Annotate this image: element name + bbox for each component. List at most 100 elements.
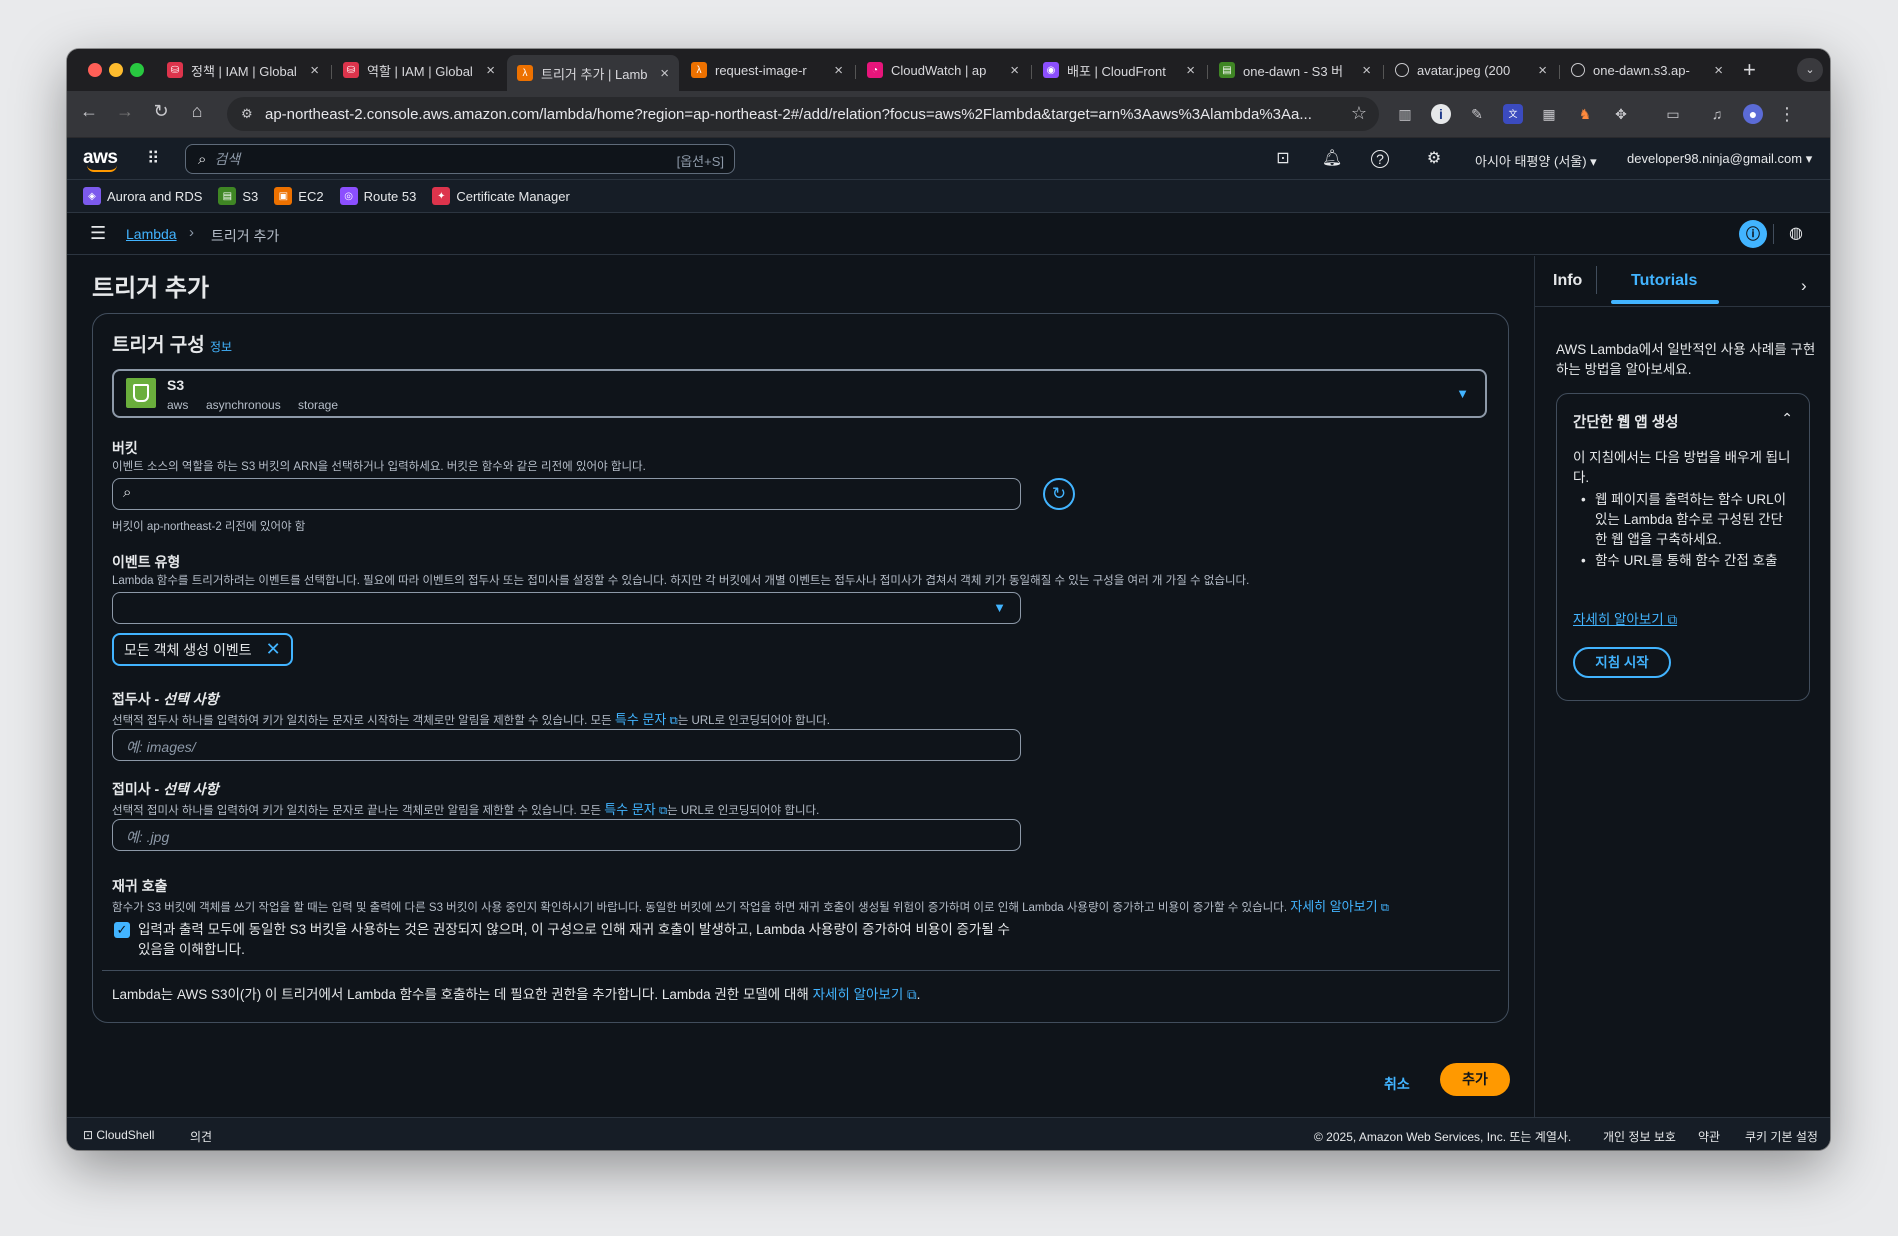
event-type-label: 이벤트 유형 (112, 554, 181, 570)
favorite-aurora-rds[interactable]: ◈ Aurora and RDS (83, 187, 202, 205)
reload-button[interactable]: ↻ (147, 101, 175, 122)
settings-gear-icon[interactable]: ⚙ (1422, 148, 1446, 168)
info-panel-icon[interactable]: ⓘ (1739, 220, 1767, 248)
reader-extension-icon[interactable]: ▦ (1539, 104, 1559, 124)
tab-search-button[interactable]: ⌄ (1797, 58, 1823, 82)
breadcrumb-lambda[interactable]: Lambda (126, 226, 177, 242)
close-tab-icon[interactable]: × (486, 62, 495, 79)
browser-tab[interactable]: λ request-image-r × (681, 55, 853, 85)
browser-tab[interactable]: ⛁ 정책 | IAM | Global × (157, 55, 329, 85)
favorite-route53[interactable]: ◎ Route 53 (339, 187, 416, 205)
region-selector[interactable]: 아시아 태평양 (서울) ▾ (1475, 151, 1597, 170)
extensions-puzzle-icon[interactable]: ✥ (1611, 104, 1631, 124)
favorite-s3[interactable]: ▤ S3 (218, 187, 258, 205)
remove-token-icon[interactable]: ✕ (266, 639, 281, 660)
hamburger-menu-icon[interactable]: ☰ (90, 223, 106, 244)
chevron-right-icon[interactable]: › (1801, 276, 1807, 296)
terms-link[interactable]: 약관 (1698, 1128, 1720, 1145)
event-type-select[interactable]: ▼ (112, 592, 1021, 624)
tab-tutorials[interactable]: Tutorials (1631, 272, 1697, 290)
forward-button[interactable]: → (111, 101, 139, 122)
media-control-icon[interactable]: ♫ (1707, 104, 1727, 124)
privacy-link[interactable]: 개인 정보 보호 (1603, 1128, 1676, 1145)
prefix-input[interactable]: 예: images/ (112, 729, 1021, 761)
fox-extension-icon[interactable]: ♞ (1575, 104, 1595, 124)
tutorial-icon[interactable]: ◍ (1789, 223, 1803, 243)
close-window-button[interactable] (88, 63, 102, 77)
learn-more-link[interactable]: 자세히 알아보기 ⧉ (1573, 608, 1677, 628)
bucket-description: 이벤트 소스의 역할을 하는 S3 버킷의 ARN을 선택하거나 입력하세요. … (112, 461, 646, 473)
help-icon[interactable]: ? (1371, 150, 1389, 168)
tutorial-lead: 이 지침에서는 다음 방법을 배우게 됩니다. (1573, 450, 1791, 485)
address-bar-row: ← → ↻ ⌂ ⚙ ap-northeast-2.console.aws.ama… (67, 91, 1830, 138)
url-input[interactable]: ⚙ ap-northeast-2.console.aws.amazon.com/… (227, 97, 1379, 131)
cookie-preferences-link[interactable]: 쿠키 기본 설정 (1745, 1128, 1818, 1145)
close-tab-icon[interactable]: × (310, 62, 319, 79)
cloudshell-icon[interactable]: ⊡ (1271, 148, 1295, 168)
close-tab-icon[interactable]: × (1186, 62, 1195, 79)
bookmark-star-icon[interactable]: ☆ (1351, 103, 1367, 124)
permission-note: Lambda는 AWS S3이(가) 이 트리거에서 Lambda 함수를 호출… (112, 987, 921, 1002)
home-button[interactable]: ⌂ (183, 101, 211, 122)
recursive-ack-checkbox[interactable]: ✓ (114, 922, 130, 938)
browser-tab[interactable]: ▤ one-dawn - S3 버 × (1209, 55, 1381, 85)
side-panel-icon[interactable]: ▭ (1663, 104, 1683, 124)
collapse-chevron-icon[interactable]: ⌃ (1781, 410, 1793, 427)
start-tutorial-button[interactable]: 지침 시작 (1573, 647, 1671, 678)
lambda-icon: λ (517, 65, 533, 81)
breadcrumb-separator-icon: › (189, 224, 194, 241)
suffix-input[interactable]: 예: .jpg (112, 819, 1021, 851)
browser-tab[interactable]: avatar.jpeg (200 × (1385, 55, 1557, 85)
site-settings-icon[interactable]: ⚙ (241, 106, 253, 122)
iam-icon: ⛁ (343, 62, 359, 78)
browser-menu-icon[interactable]: ⋮ (1777, 104, 1797, 124)
notifications-bell-icon[interactable]: 🔔︎ (1320, 148, 1344, 168)
refresh-icon[interactable]: ↻ (1043, 478, 1075, 510)
bucket-search-input[interactable]: ⌕ (112, 478, 1021, 510)
browser-tab[interactable]: one-dawn.s3.ap- × (1561, 55, 1733, 85)
bucket-label: 버킷 (112, 440, 138, 456)
close-tab-icon[interactable]: × (834, 62, 843, 79)
cancel-button[interactable]: 취소 (1384, 1074, 1410, 1094)
close-tab-icon[interactable]: × (1714, 62, 1723, 79)
extension-icon[interactable]: ▥ (1395, 104, 1415, 124)
search-icon: ⌕ (123, 484, 132, 501)
account-menu[interactable]: developer98.ninja@gmail.com ▾ (1627, 151, 1812, 167)
translate-extension-icon[interactable]: 文 (1503, 104, 1523, 124)
browser-tab[interactable]: ◉ 배포 | CloudFront × (1033, 55, 1205, 85)
feedback-link[interactable]: 의견 (190, 1128, 212, 1145)
iam-icon: ⛁ (167, 62, 183, 78)
browser-tab[interactable]: ⛁ 역할 | IAM | Global × (333, 55, 505, 85)
globe-icon (1571, 63, 1585, 77)
tutorial-card: 간단한 웹 앱 생성 ⌃ 이 지침에서는 다음 방법을 배우게 됩니다. • 웹 … (1556, 393, 1810, 701)
suffix-label: 접미사 - 선택 사항 (112, 781, 219, 797)
new-tab-button[interactable]: + (1743, 57, 1756, 83)
favorite-ec2[interactable]: ▣ EC2 (274, 187, 324, 205)
password-manager-icon[interactable]: i (1431, 104, 1451, 124)
close-tab-icon[interactable]: × (1362, 62, 1371, 79)
close-tab-icon[interactable]: × (1538, 62, 1547, 79)
event-type-token: 모든 객체 생성 이벤트 ✕ (112, 633, 293, 666)
minimize-window-button[interactable] (109, 63, 123, 77)
cloudwatch-icon: ◔ (867, 62, 883, 78)
info-link[interactable]: 정보 (210, 340, 232, 354)
tab-info[interactable]: Info (1553, 272, 1582, 290)
cloudshell-footer-button[interactable]: ⊡ CloudShell (83, 1128, 154, 1142)
maximize-window-button[interactable] (130, 63, 144, 77)
close-tab-icon[interactable]: × (660, 65, 669, 82)
services-menu-icon[interactable]: ⠿ (147, 149, 159, 169)
search-input[interactable]: ⌕ 검색 [옵션+S] (185, 144, 735, 174)
eyedropper-icon[interactable]: ✎ (1467, 104, 1487, 124)
favorite-certificate-manager[interactable]: ✦ Certificate Manager (432, 187, 570, 205)
trigger-source-select[interactable]: S3 aws asynchronous storage ▼ (112, 369, 1487, 418)
browser-tab-active[interactable]: λ 트리거 추가 | Lamb × (507, 55, 679, 91)
dropdown-caret-icon: ▼ (993, 600, 1006, 615)
rds-icon: ◈ (83, 187, 101, 205)
recursive-ack-label: 입력과 출력 모두에 동일한 S3 버킷을 사용하는 것은 권장되지 않으며, … (138, 922, 1010, 957)
s3-icon (126, 378, 156, 408)
close-tab-icon[interactable]: × (1010, 62, 1019, 79)
profile-avatar[interactable]: ● (1743, 104, 1763, 124)
browser-tab[interactable]: ◔ CloudWatch | ap × (857, 55, 1029, 85)
back-button[interactable]: ← (75, 101, 103, 122)
add-button[interactable]: 추가 (1440, 1063, 1510, 1096)
